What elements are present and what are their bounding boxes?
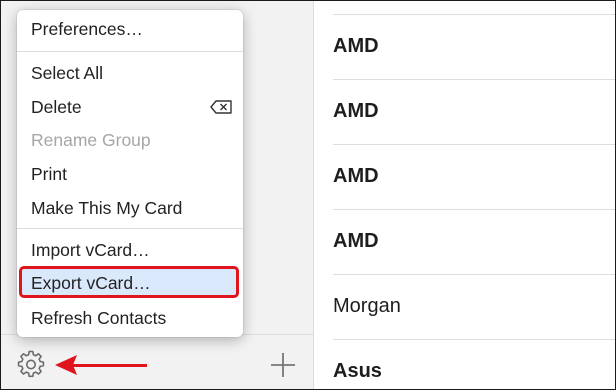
delete-key-icon (210, 100, 232, 114)
menu-separator (17, 51, 243, 52)
sidebar: Preferences… Select All Delete Rename Gr… (1, 1, 314, 389)
gear-icon[interactable] (16, 349, 46, 379)
annotation-arrow (55, 355, 147, 375)
menu-separator (17, 228, 243, 229)
list-item[interactable]: Asus (314, 339, 615, 389)
menu-item-label: Import vCard… (31, 240, 150, 260)
menu-item-preferences[interactable]: Preferences… (17, 14, 243, 44)
list-item[interactable]: AMD (314, 79, 615, 144)
menu-item-label: Preferences… (31, 19, 143, 39)
contact-name: AMD (333, 230, 379, 252)
contact-list: AMD AMD AMD AMD Morgan Asus (314, 1, 615, 389)
contact-name: AMD (333, 100, 379, 122)
action-menu: Preferences… Select All Delete Rename Gr… (17, 10, 243, 337)
list-item[interactable]: AMD (314, 14, 615, 79)
contact-name: AMD (333, 35, 379, 57)
list-item[interactable]: AMD (314, 209, 615, 274)
menu-item-label: Refresh Contacts (31, 308, 167, 328)
menu-item-import-vcard[interactable]: Import vCard… (17, 235, 243, 265)
menu-item-label: Delete (31, 97, 82, 117)
list-item[interactable]: AMD (314, 144, 615, 209)
contacts-window: Preferences… Select All Delete Rename Gr… (0, 0, 616, 390)
menu-item-print[interactable]: Print (17, 159, 243, 189)
menu-item-delete[interactable]: Delete (17, 92, 243, 122)
contact-name: Morgan (333, 295, 401, 317)
contact-name: Asus (333, 360, 382, 382)
menu-item-export-vcard[interactable]: Export vCard… (17, 268, 243, 298)
menu-item-make-my-card[interactable]: Make This My Card (17, 193, 243, 223)
menu-item-refresh-contacts[interactable]: Refresh Contacts (17, 303, 243, 333)
plus-icon[interactable] (269, 351, 297, 379)
menu-item-label: Select All (31, 63, 103, 83)
contact-name: AMD (333, 165, 379, 187)
menu-item-label: Rename Group (31, 130, 151, 150)
menu-item-rename-group: Rename Group (17, 125, 243, 155)
menu-item-label: Make This My Card (31, 198, 183, 218)
list-item[interactable]: Morgan (314, 274, 615, 339)
sidebar-footer (1, 334, 313, 389)
menu-item-label: Export vCard… (31, 273, 151, 293)
menu-item-label: Print (31, 164, 67, 184)
menu-item-select-all[interactable]: Select All (17, 58, 243, 88)
